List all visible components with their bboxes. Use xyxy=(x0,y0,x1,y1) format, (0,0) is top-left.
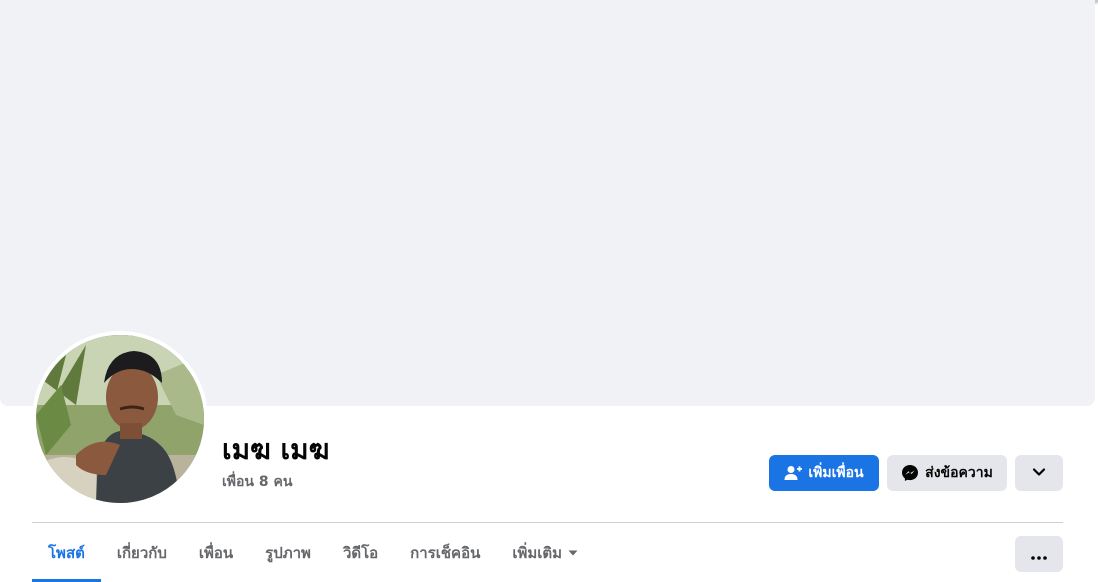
tab-videos[interactable]: วิดีโอ xyxy=(327,523,394,582)
profile-name: เมฆ เมฆ xyxy=(222,433,330,466)
overflow-menu-button[interactable] xyxy=(1015,536,1063,572)
tab-about-label: เกี่ยวกับ xyxy=(116,543,167,562)
add-friend-button[interactable]: เพิ่มเพื่อน xyxy=(769,455,879,491)
tab-about[interactable]: เกี่ยวกับ xyxy=(101,523,183,582)
avatar-photo xyxy=(36,335,204,503)
messenger-icon xyxy=(901,464,919,482)
tab-friends-label: เพื่อน xyxy=(198,543,234,562)
tab-photos-label: รูปภาพ xyxy=(265,543,311,562)
tab-more[interactable]: เพิ่มเติม xyxy=(496,523,594,582)
tab-friends[interactable]: เพื่อน xyxy=(183,523,249,582)
tab-checkins-label: การเช็คอิน xyxy=(410,543,481,562)
tab-videos-label: วิดีโอ xyxy=(342,543,379,562)
friend-count[interactable]: เพื่อน 8 คน xyxy=(222,472,292,492)
caret-down-icon xyxy=(568,550,578,556)
more-options-button[interactable] xyxy=(1015,455,1063,491)
tab-more-label: เพิ่มเติม xyxy=(512,543,563,562)
add-friend-label: เพิ่มเพื่อน xyxy=(808,465,864,481)
profile-avatar[interactable] xyxy=(36,335,204,503)
tab-posts-label: โพสต์ xyxy=(48,543,85,562)
tab-checkins[interactable]: การเช็คอิน xyxy=(394,523,496,582)
tab-posts[interactable]: โพสต์ xyxy=(32,523,101,582)
tab-photos[interactable]: รูปภาพ xyxy=(249,523,327,582)
profile-page: เมฆ เมฆ เพื่อน 8 คน เพิ่มเพื่อน ส่งข้อคว… xyxy=(0,0,1098,582)
chevron-down-icon xyxy=(1032,465,1046,481)
message-button[interactable]: ส่งข้อความ xyxy=(887,455,1007,491)
person-plus-icon xyxy=(784,465,803,481)
message-label: ส่งข้อความ xyxy=(925,465,993,481)
profile-tabs: โพสต์ เกี่ยวกับ เพื่อน รูปภาพ วิดีโอ การ… xyxy=(32,523,594,582)
ellipsis-icon xyxy=(1031,545,1047,564)
